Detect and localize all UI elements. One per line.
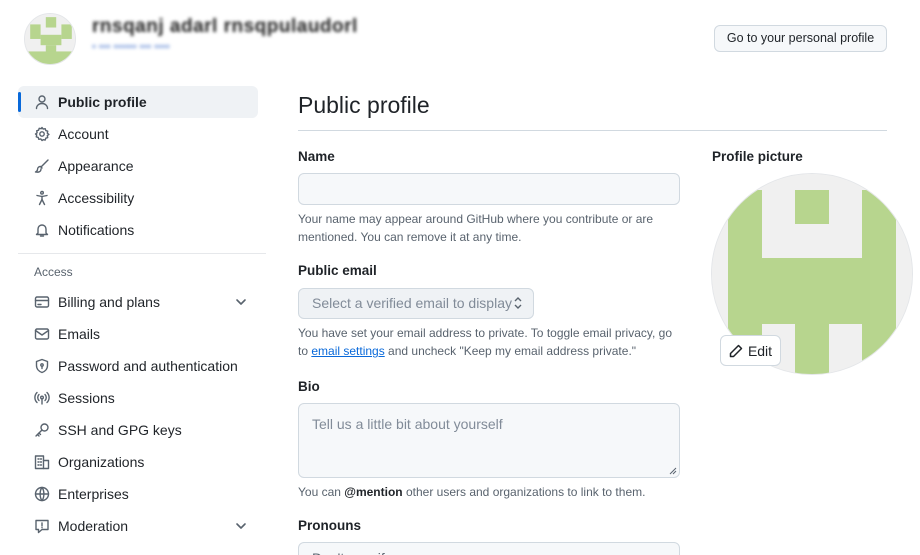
sidebar-item-label: SSH and GPG keys	[58, 422, 182, 438]
sidebar-item-label: Emails	[58, 326, 101, 342]
sidebar-item-sessions[interactable]: Sessions	[18, 382, 266, 414]
sidebar-item-label: Appearance	[58, 158, 134, 174]
sidebar-item-label: Notifications	[58, 222, 135, 238]
sidebar-item-label: Billing and plans	[58, 294, 160, 310]
shield-lock-icon	[34, 358, 50, 374]
email-note-text-end: and uncheck "Keep my email address priva…	[384, 344, 637, 358]
name-input[interactable]	[298, 173, 680, 205]
report-icon	[34, 518, 50, 534]
bio-note: You can @mention other users and organiz…	[298, 483, 678, 501]
mention-keyword: @mention	[344, 485, 403, 499]
sidebar-item-ssh-and-gpg-keys[interactable]: SSH and GPG keys	[18, 414, 266, 446]
broadcast-icon	[34, 390, 50, 406]
chevron-down-icon[interactable]	[234, 519, 248, 533]
resize-handle-icon[interactable]	[669, 467, 677, 475]
title-divider	[298, 130, 887, 131]
public-email-select[interactable]: Select a verified email to display	[298, 288, 534, 319]
profile-picture-label: Profile picture	[712, 149, 803, 164]
settings-sidebar: Public profile Account Appearance Access…	[18, 86, 266, 542]
sidebar-section-access: Access	[34, 265, 73, 279]
organization-icon	[34, 454, 50, 470]
sidebar-item-accessibility[interactable]: Accessibility	[18, 182, 266, 214]
edit-profile-picture-button[interactable]: Edit	[720, 335, 781, 366]
page-title: Public profile	[298, 92, 430, 118]
bio-textarea[interactable]: Tell us a little bit about yourself	[298, 403, 680, 478]
name-label: Name	[298, 149, 335, 164]
sidebar-item-notifications[interactable]: Notifications	[18, 214, 266, 246]
username-blurred: rnsqanj adarl rnsqpulaudorl	[92, 16, 358, 37]
user-subtext-blurred: • ••• •••••• ••• ••••	[92, 41, 170, 53]
pronouns-label: Pronouns	[298, 518, 361, 533]
bio-note-text: You can	[298, 485, 345, 499]
key-icon	[34, 422, 50, 438]
sidebar-item-moderation[interactable]: Moderation	[18, 510, 266, 542]
sidebar-item-emails[interactable]: Emails	[18, 318, 266, 350]
email-settings-link[interactable]: email settings	[311, 344, 384, 358]
go-to-personal-profile-button[interactable]: Go to your personal profile	[714, 25, 887, 52]
sidebar-item-label: Password and authentication	[58, 358, 238, 374]
public-email-placeholder: Select a verified email to display	[312, 295, 512, 311]
user-avatar[interactable]	[24, 13, 76, 65]
credit-card-icon	[34, 294, 50, 310]
sidebar-item-password-and-authentication[interactable]: Password and authentication	[18, 350, 266, 382]
sidebar-item-organizations[interactable]: Organizations	[18, 446, 266, 478]
paintbrush-icon	[34, 158, 50, 174]
sidebar-item-label: Account	[58, 126, 109, 142]
bio-placeholder: Tell us a little bit about yourself	[312, 416, 503, 432]
public-email-note: You have set your email address to priva…	[298, 324, 682, 360]
sidebar-item-label: Accessibility	[58, 190, 135, 206]
globe-icon	[34, 486, 50, 502]
bio-note-text-end: other users and organizations to link to…	[402, 485, 646, 499]
sidebar-item-appearance[interactable]: Appearance	[18, 150, 266, 182]
mail-icon	[34, 326, 50, 342]
sidebar-item-label: Public profile	[58, 94, 147, 110]
sidebar-item-billing-and-plans[interactable]: Billing and plans	[18, 286, 266, 318]
sidebar-item-public-profile[interactable]: Public profile	[18, 86, 258, 118]
identicon-image	[25, 14, 75, 64]
select-caret-icon	[514, 297, 522, 309]
sidebar-divider	[18, 253, 266, 254]
sidebar-item-label: Sessions	[58, 390, 115, 406]
chevron-down-icon[interactable]	[234, 295, 248, 309]
sidebar-item-account[interactable]: Account	[18, 118, 266, 150]
pencil-icon	[729, 344, 743, 357]
sidebar-item-enterprises[interactable]: Enterprises	[18, 478, 266, 510]
accessibility-icon	[34, 190, 50, 206]
name-note: Your name may appear around GitHub where…	[298, 212, 654, 244]
gear-icon	[34, 126, 50, 142]
sidebar-item-label: Moderation	[58, 518, 129, 534]
pronouns-select[interactable]: Don't specify	[298, 542, 680, 555]
person-icon	[34, 94, 50, 110]
sidebar-item-label: Organizations	[58, 454, 145, 470]
sidebar-item-label: Enterprises	[58, 486, 129, 502]
edit-button-label: Edit	[747, 342, 773, 359]
bio-label: Bio	[298, 379, 320, 394]
bell-icon	[34, 222, 50, 238]
public-email-label: Public email	[298, 263, 377, 278]
